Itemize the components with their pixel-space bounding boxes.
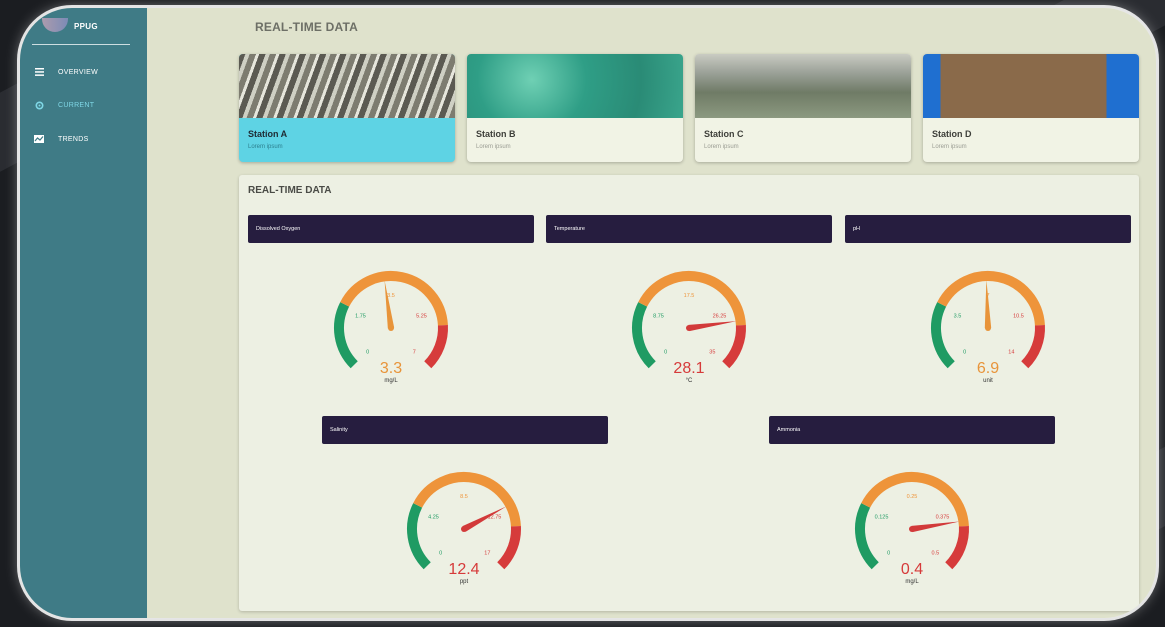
gauge-tick-label: 17 <box>484 550 490 556</box>
gauge-value: 3.3 <box>379 360 403 377</box>
gauge-needle-hub <box>461 526 467 532</box>
sidebar-item-label: OVERVIEW <box>58 68 99 76</box>
gauge-salinity: 0 4.25 8.5 12.75 17 12.4 ppt <box>394 461 534 601</box>
station-subtitle: Lorem ipsum <box>248 144 283 150</box>
gauge-tick-label: 0.375 <box>936 514 950 520</box>
gauge-tick-label: 35 <box>709 349 715 355</box>
gauge-unit: mg/L <box>905 579 919 585</box>
gauge-tick-label: 1.75 <box>355 313 366 319</box>
station-card-a[interactable]: Station A Lorem ipsum <box>239 54 455 162</box>
sidebar: PPUG OVERVIEW CURRENT TRENDS <box>20 8 147 618</box>
gauge-tick-label: 4.25 <box>428 514 439 520</box>
gauge-tick-label: 0.5 <box>932 550 940 556</box>
page-title: REAL-TIME DATA <box>255 20 359 34</box>
gauge-tick-label: 7 <box>413 349 416 355</box>
gauge-unit: ppt <box>459 579 469 585</box>
sidebar-item-overview[interactable]: OVERVIEW <box>34 63 98 81</box>
station-photo <box>467 54 683 118</box>
station-name: Station A <box>248 129 288 139</box>
gauge-band <box>722 325 746 369</box>
gauge-ammonia: 0 0.125 0.25 0.375 0.5 0.4 mg/L <box>842 461 982 601</box>
gauge-header-ph: pH <box>845 215 1131 243</box>
gauge-tick-label: 14 <box>1008 349 1014 355</box>
brand-name: PPUG <box>74 22 98 31</box>
station-subtitle: Lorem ipsum <box>476 144 511 150</box>
gauge-tick-label: 26.25 <box>713 313 727 319</box>
gauge-tick-label: 0.25 <box>907 494 918 500</box>
gauge-tick-label: 8.75 <box>653 313 664 319</box>
gauge-needle <box>911 521 960 533</box>
gauge-unit: unit <box>983 378 993 384</box>
gauge-header-dissolved-oxygen: Dissolved Oxygen <box>248 215 534 243</box>
gauge-unit: °C <box>685 378 693 384</box>
gauge-needle-hub <box>686 325 692 331</box>
gauge-value: 28.1 <box>673 360 705 377</box>
station-card-b[interactable]: Station B Lorem ipsum <box>467 54 683 162</box>
gauge-band <box>424 325 448 369</box>
gauge-band <box>855 503 879 570</box>
sidebar-item-label: TRENDS <box>58 135 89 143</box>
sidebar-item-label: CURRENT <box>58 101 95 109</box>
gauge-tick-label: 10.5 <box>1013 313 1024 319</box>
gauge-dissolved-oxygen: 0 1.75 3.5 5.25 7 3.3 mg/L <box>321 260 461 400</box>
gauge-temperature: 0 8.75 17.5 26.25 35 28.1 °C <box>619 260 759 400</box>
station-photo <box>239 54 455 118</box>
station-card-d[interactable]: Station D Lorem ipsum <box>923 54 1139 162</box>
gauge-needle-hub <box>388 325 394 331</box>
station-subtitle: Lorem ipsum <box>932 144 967 150</box>
gauge-tick-label: 3.5 <box>387 293 395 299</box>
main-content: REAL-TIME DATA Station A Lorem ipsum Sta… <box>147 8 1156 618</box>
sidebar-item-current[interactable]: CURRENT <box>34 96 94 114</box>
sidebar-divider <box>32 44 130 45</box>
gauge-needle-hub <box>985 325 991 331</box>
station-photo <box>923 54 1139 118</box>
gauge-header-temperature: Temperature <box>546 215 832 243</box>
gauge-needle-hub <box>909 526 915 532</box>
gauge-value: 0.4 <box>900 561 924 578</box>
chart-icon <box>34 134 44 144</box>
gauge-needle <box>984 280 992 329</box>
gauge-value: 12.4 <box>448 561 480 578</box>
gauge-tick-label: 0 <box>439 550 442 556</box>
gauge-header-ammonia: Ammonia <box>769 416 1055 444</box>
gauge-band <box>1021 325 1045 369</box>
brand-logo <box>42 18 68 32</box>
gear-icon <box>34 100 44 110</box>
realtime-panel: REAL-TIME DATA Dissolved Oxygen Temperat… <box>239 175 1139 611</box>
gauge-band <box>407 503 431 570</box>
sidebar-item-trends[interactable]: TRENDS <box>34 130 89 148</box>
panel-title: REAL-TIME DATA <box>248 185 332 196</box>
gauge-tick-label: 0 <box>887 550 890 556</box>
gauge-tick-label: 0 <box>366 349 369 355</box>
gauge-value: 6.9 <box>976 360 1000 377</box>
gauge-tick-label: 0.125 <box>875 514 889 520</box>
gauge-tick-label: 3.5 <box>954 313 962 319</box>
gauge-needle <box>688 321 737 332</box>
gauge-tick-label: 5.25 <box>416 313 427 319</box>
gauge-band <box>945 526 969 570</box>
gauge-tick-label: 0 <box>963 349 966 355</box>
station-name: Station D <box>932 129 972 139</box>
station-name: Station B <box>476 129 516 139</box>
gauge-band <box>334 302 358 369</box>
station-subtitle: Lorem ipsum <box>704 144 739 150</box>
gauge-ph: 0 3.5 7 10.5 14 6.9 unit <box>918 260 1058 400</box>
gauge-tick-label: 17.5 <box>684 293 695 299</box>
station-photo <box>695 54 911 118</box>
gauge-tick-label: 0 <box>664 349 667 355</box>
gauge-band <box>497 526 521 570</box>
gauge-needle <box>384 280 395 329</box>
gauge-band <box>632 302 656 369</box>
gauge-header-salinity: Salinity <box>322 416 608 444</box>
gauge-band <box>931 302 955 369</box>
menu-icon <box>34 67 44 77</box>
app-window: PPUG OVERVIEW CURRENT TRENDS REAL-TIME D… <box>20 8 1156 618</box>
station-card-c[interactable]: Station C Lorem ipsum <box>695 54 911 162</box>
gauge-unit: mg/L <box>384 378 398 384</box>
station-name: Station C <box>704 129 744 139</box>
gauge-tick-label: 8.5 <box>460 494 468 500</box>
